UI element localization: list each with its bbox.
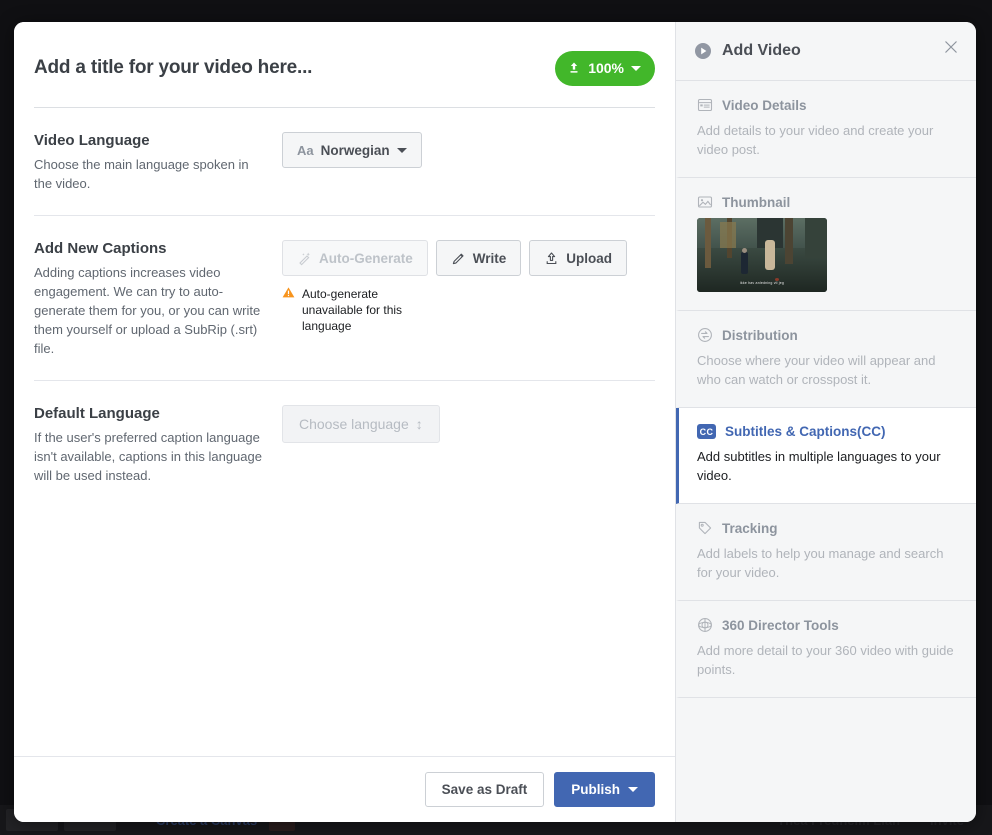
sidebar-title: Add Video [722, 42, 801, 59]
sidebar-header: Add Video [676, 22, 976, 81]
sidebar-item-label: Subtitles & Captions(CC) [725, 424, 886, 439]
modal-sidebar: Add Video Video Details Add details to y… [675, 22, 976, 822]
sidebar-item-description: Choose where your video will appear and … [697, 353, 936, 387]
nav-head: Tracking [697, 520, 958, 536]
sidebar-item-description: Add more detail to your 360 video with g… [697, 643, 954, 677]
section-control: Aa Norwegian [282, 132, 655, 193]
thumbnail-caption-text: ikke hav anledning vil jeg [739, 281, 785, 285]
default-language-placeholder: Choose language [299, 416, 409, 432]
sidebar-item-label: Distribution [722, 327, 798, 343]
sidebar-item-360-director-tools[interactable]: 360 Director Tools Add more detail to yo… [676, 601, 976, 698]
video-title-input[interactable]: Add a title for your video here... [34, 57, 555, 79]
thumbnail-preview[interactable]: ikke hav anledning vil jeg [697, 218, 827, 292]
thumb-child-head [742, 248, 747, 253]
upload-icon [567, 61, 581, 75]
section-title: Video Language [34, 132, 150, 149]
cc-badge-icon: CC [697, 424, 716, 439]
publish-button[interactable]: Publish [554, 772, 655, 807]
auto-generate-warning: Auto-generate unavailable for this langu… [282, 286, 412, 334]
sidebar-item-label: Video Details [722, 97, 807, 113]
chevron-down-icon [631, 65, 641, 71]
modal-footer: Save as Draft Publish [14, 756, 675, 822]
section-text: Video Language Choose the main language … [34, 132, 282, 193]
thumb-foliage [720, 222, 736, 248]
warning-text: Auto-generate unavailable for this langu… [302, 287, 403, 333]
warning-triangle-icon [282, 286, 295, 334]
section-title: Add New Captions [34, 240, 167, 257]
video-language-select[interactable]: Aa Norwegian [282, 132, 422, 168]
sidebar-item-label: Thumbnail [722, 194, 791, 210]
thumb-person-child [741, 252, 748, 274]
caption-action-buttons: Auto-Generate Write Upload [282, 240, 655, 276]
modal-header: Add a title for your video here... 100% [14, 22, 675, 92]
auto-generate-label: Auto-Generate [319, 250, 413, 266]
section-text: Default Language If the user's preferred… [34, 405, 282, 485]
save-as-draft-button[interactable]: Save as Draft [424, 772, 545, 807]
close-icon[interactable] [940, 36, 962, 58]
magic-wand-icon [297, 251, 312, 266]
video-language-value: Norwegian [320, 142, 390, 158]
sections-container: Video Language Choose the main language … [14, 108, 675, 507]
auto-generate-button[interactable]: Auto-Generate [282, 240, 428, 276]
section-description: Adding captions increases video engageme… [34, 265, 261, 356]
thumb-foliage [805, 218, 827, 258]
modal-main-panel: Add a title for your video here... 100% … [14, 22, 675, 822]
section-text: Add New Captions Adding captions increas… [34, 240, 282, 358]
add-video-modal: Add a title for your video here... 100% … [14, 22, 976, 822]
upload-progress-label: 100% [588, 60, 624, 76]
section-description: Choose the main language spoken in the v… [34, 157, 249, 191]
publish-label: Publish [571, 782, 620, 797]
section-add-new-captions: Add New Captions Adding captions increas… [34, 216, 655, 381]
chevron-down-icon [396, 147, 407, 153]
nav-head: Video Details [697, 97, 958, 113]
sidebar-item-description: Add subtitles in multiple languages to y… [697, 449, 941, 483]
sidebar-item-label: 360 Director Tools [722, 617, 839, 633]
video-details-icon [697, 97, 713, 113]
thumb-tree [785, 218, 793, 264]
globe-360-icon [697, 617, 713, 633]
sidebar-item-tracking[interactable]: Tracking Add labels to help you manage a… [676, 504, 976, 601]
thumb-person-adult [765, 240, 775, 270]
write-button[interactable]: Write [435, 240, 522, 276]
aa-icon: Aa [297, 142, 314, 158]
sidebar-item-video-details[interactable]: Video Details Add details to your video … [676, 81, 976, 178]
write-label: Write [472, 250, 507, 266]
sidebar-item-description: Add details to your video and create you… [697, 123, 934, 157]
play-circle-icon [694, 42, 712, 60]
image-icon [697, 194, 713, 210]
nav-head: Distribution [697, 327, 958, 343]
section-control: Choose language ↕ [282, 405, 655, 485]
crosspost-icon [697, 327, 713, 343]
sidebar-item-distribution[interactable]: Distribution Choose where your video wil… [676, 311, 976, 408]
sidebar-item-subtitles-captions[interactable]: CC Subtitles & Captions(CC) Add subtitle… [676, 408, 976, 504]
sidebar-item-description: Add labels to help you manage and search… [697, 546, 944, 580]
default-language-select[interactable]: Choose language ↕ [282, 405, 440, 443]
section-description: If the user's preferred caption language… [34, 430, 262, 483]
upload-captions-button[interactable]: Upload [529, 240, 628, 276]
updown-arrow-icon: ↕ [415, 416, 423, 432]
nav-head: 360 Director Tools [697, 617, 958, 633]
section-video-language: Video Language Choose the main language … [34, 108, 655, 216]
thumb-tree [705, 218, 711, 268]
section-title: Default Language [34, 405, 160, 422]
upload-icon [544, 251, 559, 266]
section-default-language: Default Language If the user's preferred… [34, 381, 655, 507]
upload-progress-button[interactable]: 100% [555, 50, 655, 86]
sidebar-item-thumbnail[interactable]: Thumbnail ikke hav anledning vil jeg [676, 178, 976, 311]
tag-icon [697, 520, 713, 536]
upload-captions-label: Upload [566, 250, 613, 266]
section-control: Auto-Generate Write Upload Auto-generate… [282, 240, 655, 358]
nav-head: CC Subtitles & Captions(CC) [697, 424, 958, 439]
sidebar-item-label: Tracking [722, 520, 778, 536]
chevron-down-icon [628, 787, 638, 792]
nav-head: Thumbnail [697, 194, 958, 210]
pencil-icon [451, 251, 466, 266]
